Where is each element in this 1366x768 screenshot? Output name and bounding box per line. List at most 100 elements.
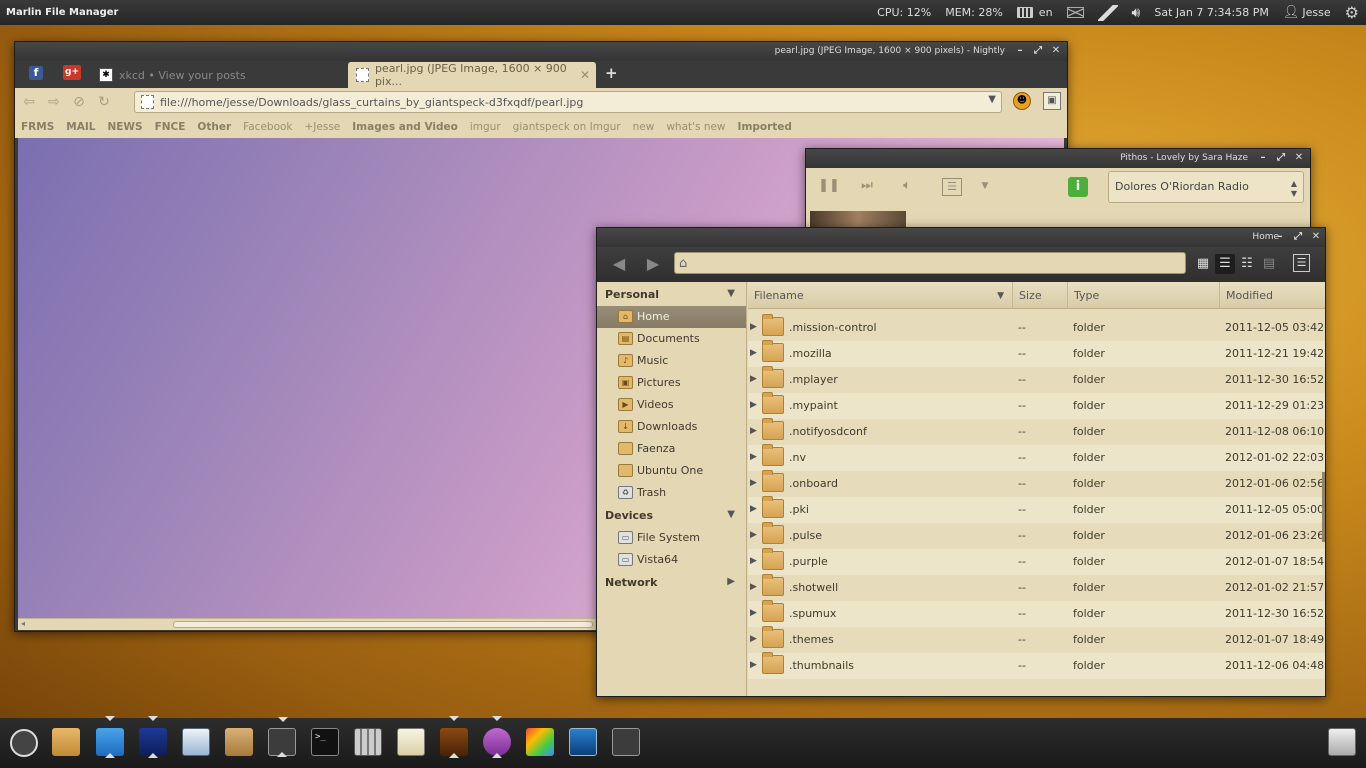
column-view-button[interactable]: ▤: [1259, 254, 1279, 274]
collapse-icon[interactable]: ▼: [727, 288, 735, 299]
browser-icon[interactable]: [96, 716, 124, 758]
bookmark-giantspeck[interactable]: giantspeck on Imgur: [507, 121, 627, 133]
addon-icon[interactable]: ☻: [1013, 92, 1031, 110]
list-view-button[interactable]: ☰: [1215, 254, 1235, 274]
collapse-icon[interactable]: ▼: [727, 509, 735, 520]
expand-row-icon[interactable]: ▶: [750, 634, 757, 644]
terminal-icon[interactable]: >_: [311, 728, 339, 756]
volume-button[interactable]: 🔈︎: [896, 178, 918, 198]
document-viewer-icon[interactable]: [182, 728, 210, 756]
google-plus-tab-icon[interactable]: g+: [63, 65, 81, 80]
trash-icon[interactable]: [1328, 728, 1356, 756]
table-row[interactable]: ▶ .pulse -- folder 2012-01-06 23:26:20: [748, 522, 1325, 549]
expand-row-icon[interactable]: ▶: [750, 556, 757, 566]
expand-row-icon[interactable]: ▶: [750, 426, 757, 436]
scroll-left-icon[interactable]: ◂: [21, 619, 25, 628]
bookmark-frms[interactable]: FRMS: [15, 121, 60, 133]
maximize-button[interactable]: ⤢: [1031, 44, 1045, 58]
screenshot-addon-icon[interactable]: ▣: [1043, 92, 1061, 110]
fm-titlebar[interactable]: Home – ⤢ ✕: [597, 228, 1325, 247]
expand-icon[interactable]: ▶: [727, 576, 735, 587]
expand-row-icon[interactable]: ▶: [750, 348, 757, 358]
sidebar-item-trash[interactable]: ♻ Trash: [597, 482, 746, 504]
table-row[interactable]: ▶ .shotwell -- folder 2012-01-02 21:57:37: [748, 574, 1325, 601]
sidebar-item-vista64[interactable]: ▭ Vista64: [597, 549, 746, 571]
sidebar-item-documents[interactable]: ▤ Documents: [597, 328, 746, 350]
mail-indicator[interactable]: [1060, 0, 1091, 25]
location-bar[interactable]: ⌂: [674, 252, 1186, 274]
sidebar-item-downloads[interactable]: ↓ Downloads: [597, 416, 746, 438]
tab-pearl[interactable]: pearl.jpg (JPEG Image, 1600 × 900 pix...…: [348, 62, 596, 88]
url-dropdown-icon[interactable]: ▼: [988, 94, 996, 105]
facebook-tab-icon[interactable]: f: [29, 66, 43, 80]
new-tab-button[interactable]: +: [605, 64, 618, 82]
back-button[interactable]: ◀: [607, 253, 631, 275]
utility-icon-2[interactable]: [612, 728, 640, 756]
maximize-button[interactable]: ⤢: [1274, 151, 1288, 165]
sidebar-item-pictures[interactable]: ▣ Pictures: [597, 372, 746, 394]
close-button[interactable]: ✕: [1049, 44, 1063, 58]
column-filename[interactable]: Filename ▼: [748, 282, 1013, 309]
table-row[interactable]: ▶ .notifyosdconf -- folder 2011-12-08 06:10:…: [748, 418, 1325, 445]
utility-icon[interactable]: [268, 717, 296, 757]
screenshot-icon[interactable]: [569, 728, 597, 756]
expand-row-icon[interactable]: ▶: [750, 660, 757, 670]
app-menu-icon[interactable]: [10, 729, 38, 757]
network-indicator[interactable]: [1091, 0, 1125, 25]
minimize-button[interactable]: –: [1273, 230, 1287, 244]
bookmark-new[interactable]: new: [627, 121, 661, 133]
bookmark-imgur[interactable]: imgur: [464, 121, 507, 133]
icon-view-button[interactable]: ▦: [1193, 254, 1213, 274]
compact-view-button[interactable]: ☷: [1237, 254, 1257, 274]
sidebar-item-home[interactable]: ⌂ Home: [597, 306, 746, 328]
tab-close-icon[interactable]: ✕: [580, 68, 590, 82]
bookmark-whats-new[interactable]: what's new: [660, 121, 731, 133]
expand-row-icon[interactable]: ▶: [750, 478, 757, 488]
user-menu[interactable]: 👤︎ Jesse: [1276, 0, 1338, 25]
song-menu-dropdown-icon[interactable]: ▼: [974, 181, 996, 201]
tab-xkcd[interactable]: ✱ xkcd • View your posts: [91, 62, 345, 88]
column-type[interactable]: Type: [1068, 282, 1220, 309]
app-menu-button[interactable]: ☰: [1293, 254, 1310, 272]
url-bar[interactable]: file:///home/jesse/Downloads/glass_curta…: [134, 91, 1002, 113]
clock[interactable]: Sat Jan 7 7:34:58 PM: [1147, 0, 1276, 25]
forward-button[interactable]: ⇨: [43, 91, 65, 113]
skip-button[interactable]: ⏭︎: [854, 178, 880, 198]
expand-row-icon[interactable]: ▶: [750, 374, 757, 384]
table-row[interactable]: ▶ .mypaint -- folder 2011-12-29 01:23:17: [748, 392, 1325, 419]
forward-button[interactable]: ▶: [641, 253, 665, 275]
bookmark-images-video[interactable]: Images and Video: [346, 121, 464, 133]
column-modified[interactable]: Modified: [1220, 282, 1325, 309]
files-icon[interactable]: [52, 728, 80, 756]
bookmark-news[interactable]: NEWS: [101, 121, 148, 133]
expand-row-icon[interactable]: ▶: [750, 504, 757, 514]
station-selector[interactable]: Dolores O'Riordan Radio ▲ ▼: [1108, 171, 1304, 203]
archive-icon[interactable]: [225, 728, 253, 756]
sidebar-item-music[interactable]: ♪ Music: [597, 350, 746, 372]
sidebar-section-devices[interactable]: Devices ▼: [605, 509, 743, 522]
chat-icon[interactable]: [483, 716, 511, 758]
expand-row-icon[interactable]: ▶: [750, 452, 757, 462]
browser-titlebar[interactable]: pearl.jpg (JPEG Image, 1600 × 900 pixels…: [15, 42, 1067, 61]
expand-row-icon[interactable]: ▶: [750, 608, 757, 618]
bookmark-other[interactable]: Other: [191, 121, 237, 133]
expand-row-icon[interactable]: ▶: [750, 322, 757, 332]
table-row[interactable]: ▶ .mplayer -- folder 2011-12-30 16:52:50: [748, 366, 1325, 393]
maximize-button[interactable]: ⤢: [1291, 230, 1305, 244]
bookmark-facebook[interactable]: Facebook: [237, 121, 298, 133]
stop-button[interactable]: ⊘: [68, 91, 90, 113]
paint-icon[interactable]: [526, 728, 554, 756]
calculator-icon[interactable]: [354, 728, 382, 756]
sidebar-item-videos[interactable]: ▶ Videos: [597, 394, 746, 416]
minimize-button[interactable]: –: [1256, 151, 1270, 165]
table-row[interactable]: ▶ .themes -- folder 2012-01-07 18:49:40: [748, 626, 1325, 653]
table-row[interactable]: ▶ .spumux -- folder 2011-12-30 16:52:49: [748, 600, 1325, 627]
table-row[interactable]: ▶ .mozilla -- folder 2011-12-21 19:42:29: [748, 340, 1325, 367]
bookmark-mail[interactable]: MAIL: [60, 121, 101, 133]
sidebar-section-network[interactable]: Network ▶: [605, 576, 743, 589]
expand-row-icon[interactable]: ▶: [750, 400, 757, 410]
scrollbar-thumb[interactable]: [173, 621, 593, 628]
song-menu-button[interactable]: ☰: [942, 178, 962, 196]
pithos-titlebar[interactable]: Pithos - Lovely by Sara Haze – ⤢ ✕: [806, 149, 1310, 168]
session-menu[interactable]: ⚙: [1338, 0, 1366, 25]
